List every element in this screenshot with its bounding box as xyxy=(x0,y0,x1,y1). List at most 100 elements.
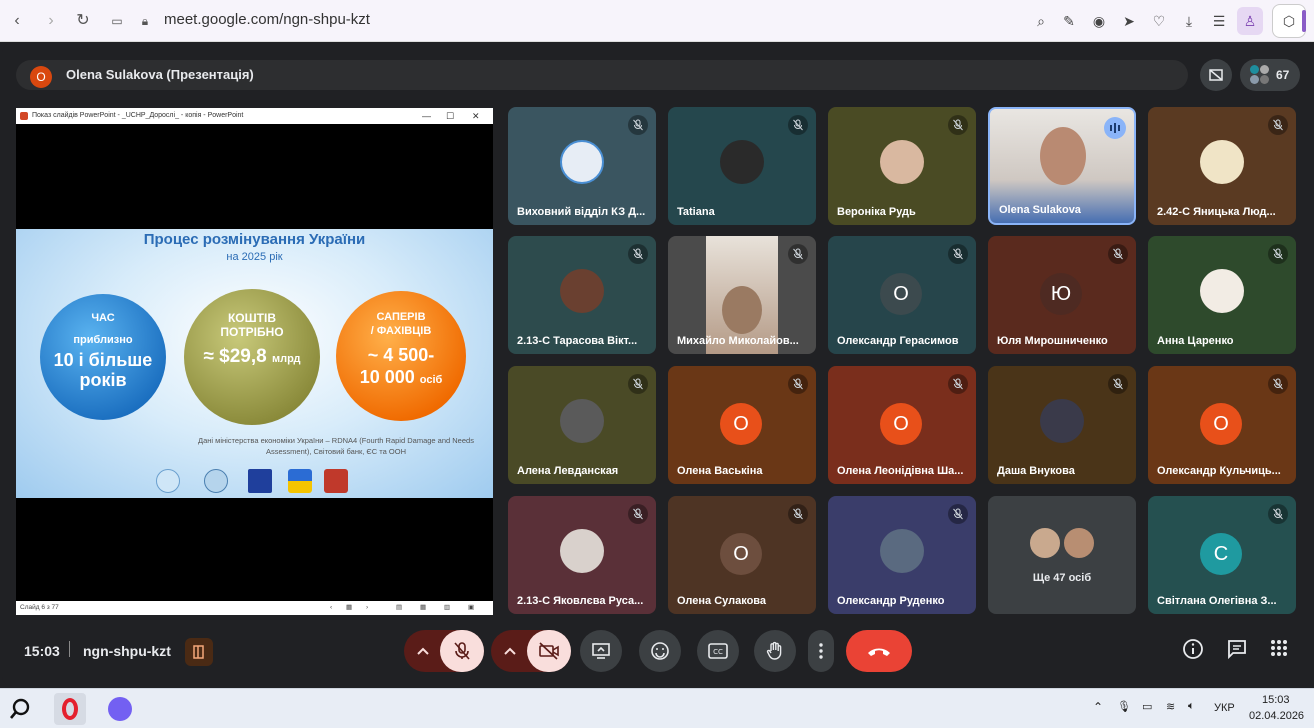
participant-tile[interactable]: Анна Царенко xyxy=(1148,236,1296,354)
cube-icon[interactable]: ⬡ xyxy=(1272,4,1306,38)
participant-name: 2.13-С Яковлєва Руса... xyxy=(517,595,644,607)
participant-tile[interactable]: 2.13-С Тарасова Вікт... xyxy=(508,236,656,354)
slideshow-view-icon[interactable]: ▣ xyxy=(468,601,474,615)
mic-muted-icon xyxy=(788,504,808,524)
search-icon[interactable]: ⌕ xyxy=(1030,10,1052,32)
forward-icon[interactable]: › xyxy=(40,10,62,32)
apps-grid-icon xyxy=(1271,640,1287,656)
mic-options-button[interactable] xyxy=(404,630,440,672)
more-avatar xyxy=(1028,526,1062,560)
prev-slide-icon[interactable]: ‹ xyxy=(330,601,332,615)
mic-muted-icon xyxy=(628,115,648,135)
battery-icon[interactable]: ▭ xyxy=(1142,700,1152,713)
camera-icon[interactable]: ▭ xyxy=(106,10,128,32)
viber-icon[interactable] xyxy=(104,693,136,725)
participant-avatar: Ю xyxy=(1040,273,1082,315)
participant-tile[interactable]: Олександр Руденко xyxy=(828,496,976,614)
participant-tile[interactable]: Ще 47 осіб xyxy=(988,496,1136,614)
presentation-window: Показ слайдів PowerPoint - _UCHP_Дорослі… xyxy=(16,108,493,615)
participant-tile[interactable]: Алена Левданская xyxy=(508,366,656,484)
tray-chevron-icon[interactable]: ⌃ xyxy=(1093,700,1103,714)
participant-tile[interactable]: Виховний відділ КЗ Д... xyxy=(508,107,656,225)
present-button[interactable] xyxy=(580,630,622,672)
opera-icon[interactable] xyxy=(54,693,86,725)
participant-tile[interactable]: Olena Sulakova xyxy=(988,107,1136,225)
mic-toggle-button[interactable] xyxy=(440,630,484,672)
participant-tile[interactable]: Ю Юля Мирошниченко xyxy=(988,236,1136,354)
mic-muted-icon xyxy=(1268,374,1288,394)
profile-icon[interactable]: ♙ xyxy=(1237,7,1263,35)
participant-name: Вероніка Рудь xyxy=(837,206,916,218)
more-options-button[interactable] xyxy=(808,630,834,672)
mic-muted-icon xyxy=(788,244,808,264)
layout-toggle-icon[interactable] xyxy=(1200,59,1232,91)
send-icon[interactable]: ➤ xyxy=(1118,10,1140,32)
download-icon[interactable]: ⤓ xyxy=(1178,10,1200,32)
mic-muted-icon xyxy=(948,504,968,524)
participant-avatar: С xyxy=(1200,533,1242,575)
participant-tile[interactable]: О Олена Леонідівна Ша... xyxy=(828,366,976,484)
camera-toggle-button[interactable] xyxy=(527,630,571,672)
reading-view-icon[interactable]: ▥ xyxy=(444,601,450,615)
volume-icon[interactable]: 🔈︎ xyxy=(1188,700,1195,713)
raise-hand-button[interactable] xyxy=(754,630,796,672)
microphone-tray-icon[interactable]: 🎙︎ xyxy=(1117,700,1131,713)
sappers-circle: САПЕРІВ / ФАХІВЦІВ ~ 4 500- 10 000 осіб xyxy=(336,291,466,421)
normal-view-icon[interactable]: ▤ xyxy=(396,601,402,615)
emoji-button[interactable] xyxy=(639,630,681,672)
participant-tile[interactable]: Вероніка Рудь xyxy=(828,107,976,225)
mic-muted-icon xyxy=(948,374,968,394)
wifi-icon[interactable]: ≋ xyxy=(1166,700,1175,713)
next-slide-icon[interactable]: › xyxy=(366,601,368,615)
tray-date[interactable]: 02.04.2026 xyxy=(1249,710,1304,722)
presenter-avatar: O xyxy=(30,66,52,88)
circle-value: 10 000 осіб xyxy=(336,367,466,390)
minimize-icon[interactable]: — xyxy=(422,108,431,124)
search-icon[interactable] xyxy=(4,693,36,725)
more-avatar xyxy=(1062,526,1096,560)
heart-icon[interactable]: ♡ xyxy=(1148,10,1170,32)
info-button[interactable] xyxy=(1182,638,1206,662)
participant-tile[interactable]: О Олена Васькіна xyxy=(668,366,816,484)
chat-button[interactable] xyxy=(1226,638,1250,662)
address-bar[interactable]: meet.google.com/ngn-shpu-kzt xyxy=(164,11,370,28)
participant-avatar: О xyxy=(720,533,762,575)
participant-tile[interactable]: 2.42-С Яницька Люд... xyxy=(1148,107,1296,225)
recording-icon[interactable] xyxy=(185,638,213,666)
divider xyxy=(69,641,70,657)
sorter-view-icon[interactable]: ▦ xyxy=(420,601,426,615)
mic-muted-icon xyxy=(1268,504,1288,524)
close-icon[interactable]: ✕ xyxy=(472,108,480,124)
participant-tile[interactable]: О Олександр Кульчиць... xyxy=(1148,366,1296,484)
circle-label: ЧАС xyxy=(91,312,115,324)
participant-name: Tatiana xyxy=(677,206,715,218)
participants-button[interactable]: 67 xyxy=(1240,59,1300,91)
settings-icon[interactable]: ☰ xyxy=(1208,10,1230,32)
participant-tile[interactable]: О Олександр Герасимов xyxy=(828,236,976,354)
mini-avatar xyxy=(1260,65,1269,74)
snapshot-icon[interactable]: ◉ xyxy=(1088,10,1110,32)
participant-name: Світлана Олегівна З... xyxy=(1157,595,1277,607)
windows-taskbar: ⌃ 🎙︎ ▭ ≋ 🔈︎ УКР 15:03 02.04.2026 xyxy=(0,688,1314,728)
participant-tile[interactable]: 2.13-С Яковлєва Руса... xyxy=(508,496,656,614)
camera-options-button[interactable] xyxy=(491,630,527,672)
participant-tile[interactable]: Даша Внукова xyxy=(988,366,1136,484)
participant-tile[interactable]: С Світлана Олегівна З... xyxy=(1148,496,1296,614)
participant-tile[interactable]: О Олена Сулакова xyxy=(668,496,816,614)
language-indicator[interactable]: УКР xyxy=(1214,702,1235,714)
slide-menu-icon[interactable]: ▦ xyxy=(346,601,352,615)
participant-tile[interactable]: Михайло Миколайов... xyxy=(668,236,816,354)
leave-call-button[interactable] xyxy=(846,630,912,672)
captions-button[interactable]: CC xyxy=(697,630,739,672)
back-icon[interactable]: ‹ xyxy=(6,10,28,32)
ukraine-emblem xyxy=(288,469,312,493)
lock-icon[interactable]: 🔒︎ xyxy=(134,10,156,32)
more-vert-icon xyxy=(819,643,823,659)
activities-button[interactable] xyxy=(1269,638,1293,662)
participant-tile[interactable]: Tatiana xyxy=(668,107,816,225)
tray-time[interactable]: 15:03 xyxy=(1262,694,1290,706)
reload-icon[interactable]: ↻ xyxy=(72,10,94,32)
maximize-icon[interactable]: ☐ xyxy=(446,108,454,124)
edit-icon[interactable]: ✎ xyxy=(1058,10,1080,32)
hang-up-icon xyxy=(868,648,890,656)
